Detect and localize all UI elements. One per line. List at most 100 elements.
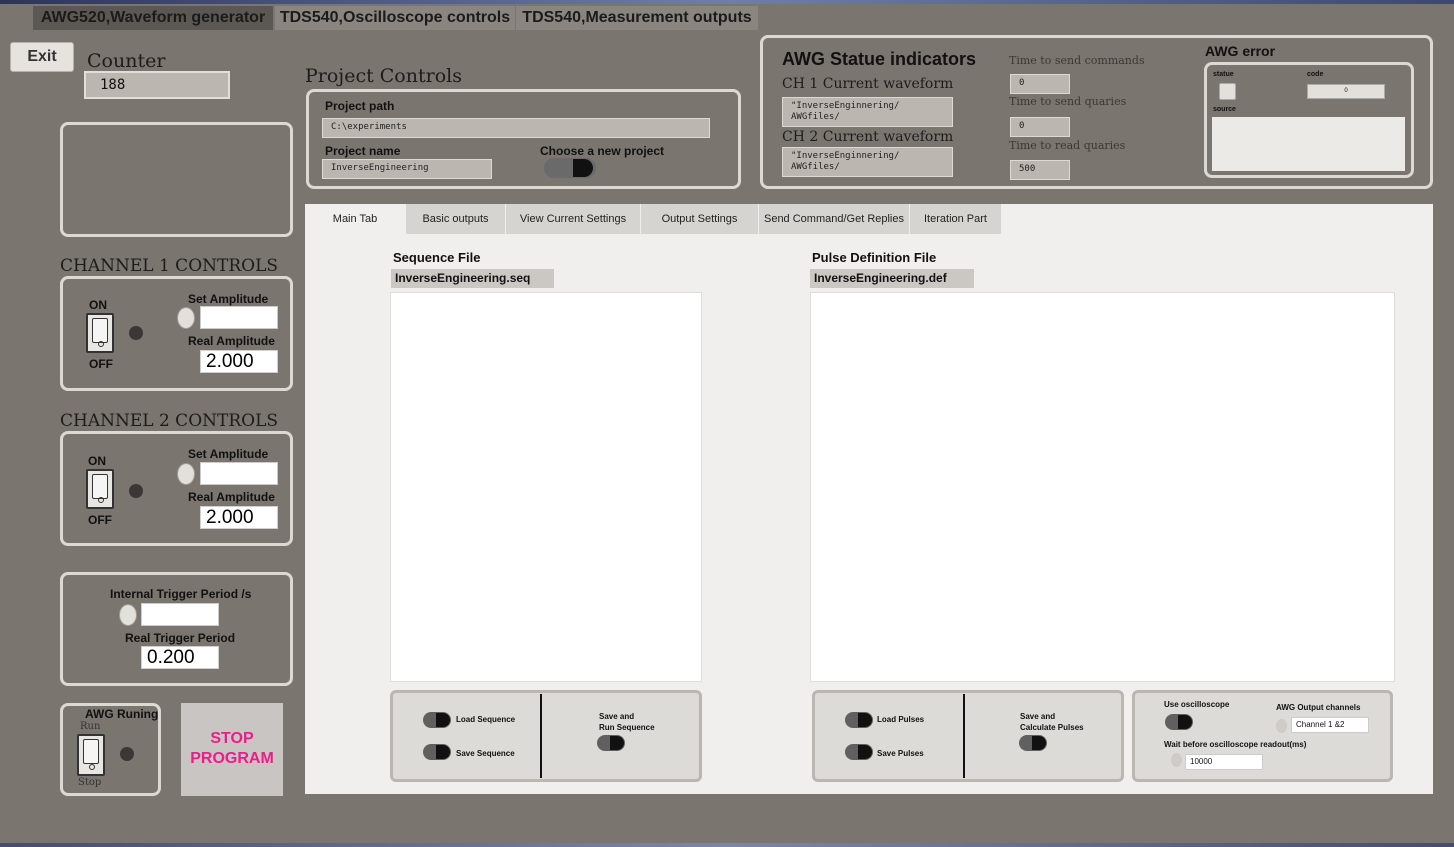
sequence-file-title: Sequence File xyxy=(393,250,481,265)
bottom-border xyxy=(0,843,1454,847)
awg-stop-label: Stop xyxy=(78,777,102,788)
stop-program-button[interactable]: STOP PROGRAM xyxy=(181,703,283,796)
error-source-field xyxy=(1212,117,1405,171)
window-tab-awg520[interactable]: AWG520,Waveform generator xyxy=(33,6,273,30)
send-quaries-label: Time to send quaries xyxy=(1009,95,1127,108)
pulse-file-title: Pulse Definition File xyxy=(812,250,937,265)
error-source-label: source xyxy=(1213,106,1236,113)
internal-trigger-increment[interactable] xyxy=(119,604,137,626)
channel2-on-label: ON xyxy=(88,454,106,468)
channel2-real-amp-value: 2.000 xyxy=(200,506,278,529)
wait-readout-field[interactable]: 10000 xyxy=(1185,754,1263,770)
send-quaries-field: 0 xyxy=(1010,117,1070,137)
tab-view-current-settings[interactable]: View Current Settings xyxy=(506,204,640,234)
tab-send-command[interactable]: Send Command/Get Replies xyxy=(759,204,909,234)
ch1-waveform-field: "InverseEnginnering/ AWGfiles/ xyxy=(782,97,953,127)
project-path-field[interactable]: C:\experiments xyxy=(322,118,710,138)
internal-trigger-label: Internal Trigger Period /s xyxy=(110,587,252,601)
sequence-buttons-panel xyxy=(390,690,702,782)
channel2-onoff-switch[interactable] xyxy=(86,469,114,509)
load-pulses-label: Load Pulses xyxy=(877,715,925,724)
channel2-title: CHANNEL 2 CONTROLS xyxy=(60,411,279,431)
tab-iteration-part[interactable]: Iteration Part xyxy=(910,204,1001,234)
tab-basic-outputs[interactable]: Basic outputs xyxy=(406,204,505,234)
use-oscilloscope-toggle[interactable] xyxy=(1165,714,1193,730)
channel1-led xyxy=(129,326,143,340)
project-path-label: Project path xyxy=(325,99,395,113)
load-sequence-button[interactable] xyxy=(423,712,451,728)
channel2-set-amp-label: Set Amplitude xyxy=(188,447,269,461)
save-sequence-label: Save Sequence xyxy=(456,749,515,758)
channel1-real-amp-label: Real Amplitude xyxy=(188,334,275,348)
channel1-set-amp-input[interactable] xyxy=(200,306,278,329)
sequence-file-name: InverseEngineering.seq xyxy=(391,269,554,288)
stop-program-line1: STOP xyxy=(210,730,254,747)
load-pulses-button[interactable] xyxy=(845,712,873,728)
counter-label: Counter xyxy=(87,50,166,72)
error-statue-led xyxy=(1219,83,1236,100)
tab-output-settings[interactable]: Output Settings xyxy=(641,204,758,234)
save-pulses-button[interactable] xyxy=(845,744,873,760)
save-sequence-button[interactable] xyxy=(423,744,451,760)
channel1-onoff-switch[interactable] xyxy=(86,313,114,353)
ch1-waveform-label: CH 1 Current waveform xyxy=(782,76,954,92)
save-run-sequence-label: Save and Run Sequence xyxy=(599,712,655,732)
choose-project-label: Choose a new project xyxy=(540,144,665,158)
error-statue-label: statue xyxy=(1213,71,1234,78)
save-calc-pulses-label: Save and Calculate Pulses xyxy=(1020,712,1084,732)
tab-main[interactable]: Main Tab xyxy=(305,204,405,234)
counter-value: 188 xyxy=(84,71,230,99)
ch2-waveform-field: "InverseEnginnering/ AWGfiles/ xyxy=(782,147,953,177)
choose-project-button[interactable] xyxy=(544,158,596,178)
project-controls-title: Project Controls xyxy=(305,65,462,87)
awg-output-channels-field[interactable]: Channel 1 &2 xyxy=(1291,717,1369,733)
awg-output-channels-increment[interactable] xyxy=(1276,719,1287,733)
awg-error-title: AWG error xyxy=(1205,43,1276,59)
pulse-divider xyxy=(963,694,965,778)
ch2-waveform-label: CH 2 Current waveform xyxy=(782,129,954,145)
real-trigger-label: Real Trigger Period xyxy=(125,631,236,645)
project-name-label: Project name xyxy=(325,144,401,158)
awg-running-label: AWG Runing xyxy=(85,707,159,721)
pulse-file-name: InverseEngineering.def xyxy=(810,269,974,288)
read-quaries-field: 500 xyxy=(1010,160,1070,180)
channel1-off-label: OFF xyxy=(89,357,113,371)
awg-run-switch[interactable] xyxy=(77,734,105,776)
wait-readout-label: Wait before oscilloscope readout(ms) xyxy=(1164,740,1307,749)
channel1-set-amp-label: Set Amplitude xyxy=(188,292,269,306)
channel1-real-amp-value: 2.000 xyxy=(200,350,278,373)
error-code-field: 0 xyxy=(1307,84,1385,99)
window-tab-tds540-measurements[interactable]: TDS540,Measurement outputs xyxy=(516,6,758,30)
awg-status-title: AWG Statue indicators xyxy=(782,49,977,69)
channel1-set-amp-increment[interactable] xyxy=(177,307,195,329)
load-sequence-label: Load Sequence xyxy=(456,715,516,724)
main-tab-area: Main Tab Basic outputs View Current Sett… xyxy=(305,204,1433,794)
save-calc-pulses-button[interactable] xyxy=(1019,735,1047,751)
channel1-title: CHANNEL 1 CONTROLS xyxy=(60,256,279,276)
error-code-label: code xyxy=(1307,71,1324,78)
real-trigger-value: 0.200 xyxy=(141,646,219,669)
channel2-set-amp-increment[interactable] xyxy=(177,463,195,485)
send-commands-field: 0 xyxy=(1010,74,1070,94)
pulse-editor[interactable] xyxy=(810,292,1395,682)
read-quaries-label: Time to read quaries xyxy=(1009,139,1126,152)
save-run-sequence-button[interactable] xyxy=(597,735,625,751)
internal-trigger-input[interactable] xyxy=(141,603,219,626)
channel2-off-label: OFF xyxy=(88,513,112,527)
sequence-editor[interactable] xyxy=(390,292,702,682)
wait-readout-increment[interactable] xyxy=(1171,753,1182,767)
pulse-buttons-panel xyxy=(812,690,1124,782)
top-border xyxy=(0,0,1454,4)
exit-button[interactable]: Exit xyxy=(10,42,74,72)
channel2-led xyxy=(129,484,143,498)
awg-running-led xyxy=(120,747,134,761)
empty-indicator-panel xyxy=(60,122,293,237)
project-name-field[interactable]: InverseEngineering xyxy=(322,159,492,179)
awg-output-channels-label: AWG Output channels xyxy=(1276,703,1361,712)
window-tab-tds540-controls[interactable]: TDS540,Oscilloscope controls xyxy=(275,6,515,30)
channel2-set-amp-input[interactable] xyxy=(200,462,278,485)
use-oscilloscope-label: Use oscilloscope xyxy=(1164,700,1230,709)
sequence-divider xyxy=(540,694,542,778)
save-pulses-label: Save Pulses xyxy=(877,749,924,758)
awg-run-label: Run xyxy=(80,721,101,732)
